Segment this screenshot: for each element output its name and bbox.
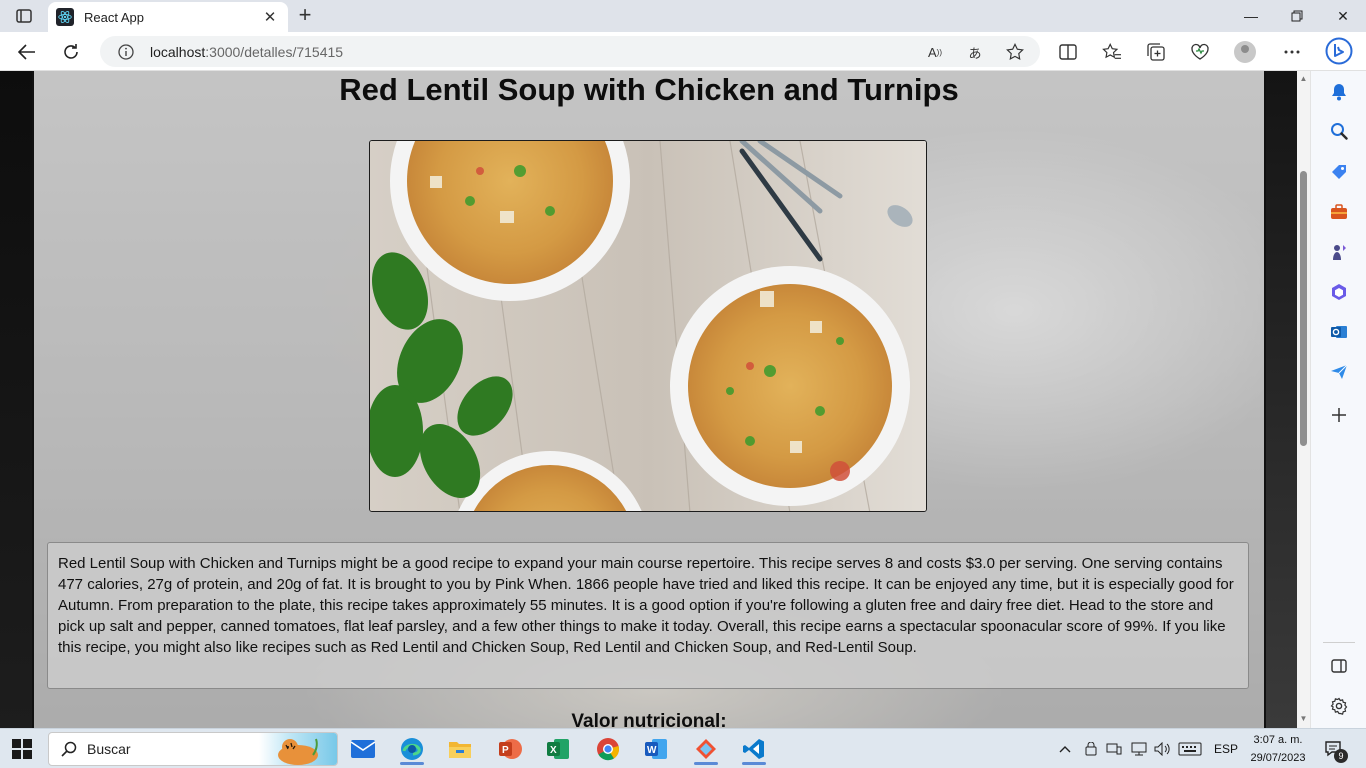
- search-label: Buscar: [87, 741, 131, 757]
- favorites-icon[interactable]: [1100, 40, 1124, 64]
- network-icon[interactable]: [1130, 729, 1148, 768]
- tab-title: React App: [84, 9, 144, 25]
- restore-icon[interactable]: [1274, 0, 1320, 32]
- close-window-icon[interactable]: ✕: [1320, 0, 1366, 32]
- url-host: localhost: [150, 43, 206, 60]
- scroll-up-icon[interactable]: ▲: [1299, 74, 1308, 84]
- tag-icon[interactable]: [1328, 161, 1350, 183]
- taskbar-search[interactable]: Buscar: [48, 732, 338, 766]
- tray-overflow-icon[interactable]: [1058, 729, 1072, 768]
- briefcase-icon[interactable]: [1328, 201, 1350, 223]
- outlook-icon[interactable]: [1328, 321, 1350, 343]
- more-options-icon[interactable]: [1280, 40, 1304, 64]
- bell-icon[interactable]: [1328, 81, 1350, 103]
- browser-titlebar: React App ✕ + — ✕: [0, 0, 1366, 32]
- scroll-thumb[interactable]: [1300, 171, 1307, 446]
- excel-icon[interactable]: X: [538, 733, 578, 765]
- security-tray-icon[interactable]: [1084, 729, 1098, 768]
- add-icon[interactable]: [1328, 404, 1350, 426]
- page-background-right: [1266, 71, 1297, 728]
- svg-text:W: W: [647, 745, 657, 756]
- windows-start-icon[interactable]: [12, 739, 34, 761]
- page-viewport: Red Lentil Soup with Chicken and Turnips: [0, 71, 1297, 728]
- word-icon[interactable]: W: [636, 733, 676, 765]
- windows-taskbar: Buscar P X W ESP 3:07 a. m. 29/07/2023 9: [0, 728, 1366, 768]
- close-tab-icon[interactable]: ✕: [260, 8, 280, 26]
- scroll-down-icon[interactable]: ▼: [1299, 714, 1308, 724]
- refresh-icon[interactable]: [56, 37, 86, 67]
- powerpoint-icon[interactable]: P: [490, 733, 530, 765]
- browser-essentials-icon[interactable]: [1188, 40, 1212, 64]
- settings-icon[interactable]: [1328, 695, 1350, 717]
- url-text: localhost:3000/detalles/715415: [150, 44, 343, 60]
- minimize-icon[interactable]: —: [1228, 0, 1274, 32]
- send-icon[interactable]: [1328, 361, 1350, 383]
- recipe-summary-text: Red Lentil Soup with Chicken and Turnips…: [58, 555, 1234, 656]
- clock-time: 3:07 a. m.: [1253, 734, 1303, 746]
- nutrition-heading: Valor nutricional:: [571, 711, 727, 728]
- react-icon: [56, 8, 74, 26]
- search-icon: [61, 741, 77, 757]
- sidebar-divider: [1323, 642, 1355, 643]
- browser-toolbar: localhost:3000/detalles/715415 A)) あ: [0, 32, 1366, 71]
- favorite-star-icon[interactable]: [1004, 41, 1026, 63]
- vscode-icon[interactable]: [734, 733, 774, 765]
- recipe-summary: Red Lentil Soup with Chicken and Turnips…: [47, 542, 1249, 689]
- volume-icon[interactable]: [1154, 729, 1172, 768]
- read-aloud-icon[interactable]: A)): [924, 41, 946, 63]
- bing-copilot-icon[interactable]: [1324, 36, 1354, 66]
- site-info-icon[interactable]: [116, 42, 136, 62]
- tab-react-app[interactable]: React App ✕: [48, 2, 288, 32]
- language-indicator[interactable]: ESP: [1214, 729, 1238, 768]
- edge-icon[interactable]: [392, 733, 432, 765]
- recipe-image: [369, 140, 927, 512]
- mail-icon[interactable]: [343, 733, 383, 765]
- edge-sidebar: [1310, 71, 1366, 728]
- page-scrollbar[interactable]: ▲ ▼: [1297, 71, 1310, 728]
- notification-center-icon[interactable]: 9: [1324, 729, 1348, 768]
- tiger-search-highlight-icon: [259, 733, 337, 765]
- device-tray-icon[interactable]: [1106, 729, 1122, 768]
- recipe-title: Red Lentil Soup with Chicken and Turnips: [339, 72, 959, 107]
- clock-date: 29/07/2023: [1250, 752, 1306, 764]
- chess-icon[interactable]: [1328, 241, 1350, 263]
- translate-icon[interactable]: あ: [964, 41, 986, 63]
- svg-text:X: X: [550, 745, 557, 756]
- chrome-icon[interactable]: [588, 733, 628, 765]
- split-screen-icon[interactable]: [1056, 40, 1080, 64]
- taskbar-clock[interactable]: 3:07 a. m. 29/07/2023: [1243, 731, 1313, 767]
- new-tab-icon[interactable]: +: [292, 4, 318, 27]
- split-screen-icon[interactable]: [1328, 655, 1350, 677]
- page-background-left: [0, 71, 32, 728]
- search-icon[interactable]: [1328, 120, 1350, 142]
- collections-icon[interactable]: [1144, 40, 1168, 64]
- profile-avatar[interactable]: [1234, 41, 1256, 63]
- file-explorer-icon[interactable]: [440, 733, 480, 765]
- office-icon[interactable]: [1328, 281, 1350, 303]
- keyboard-icon[interactable]: [1178, 729, 1202, 768]
- tab-actions-icon[interactable]: [8, 4, 40, 28]
- back-icon[interactable]: [12, 37, 42, 67]
- notification-count-badge: 9: [1334, 749, 1348, 763]
- address-bar[interactable]: localhost:3000/detalles/715415 A)) あ: [100, 36, 1040, 67]
- url-path: :3000/detalles/715415: [205, 43, 344, 60]
- app-icon[interactable]: [686, 733, 726, 765]
- svg-text:P: P: [502, 745, 509, 756]
